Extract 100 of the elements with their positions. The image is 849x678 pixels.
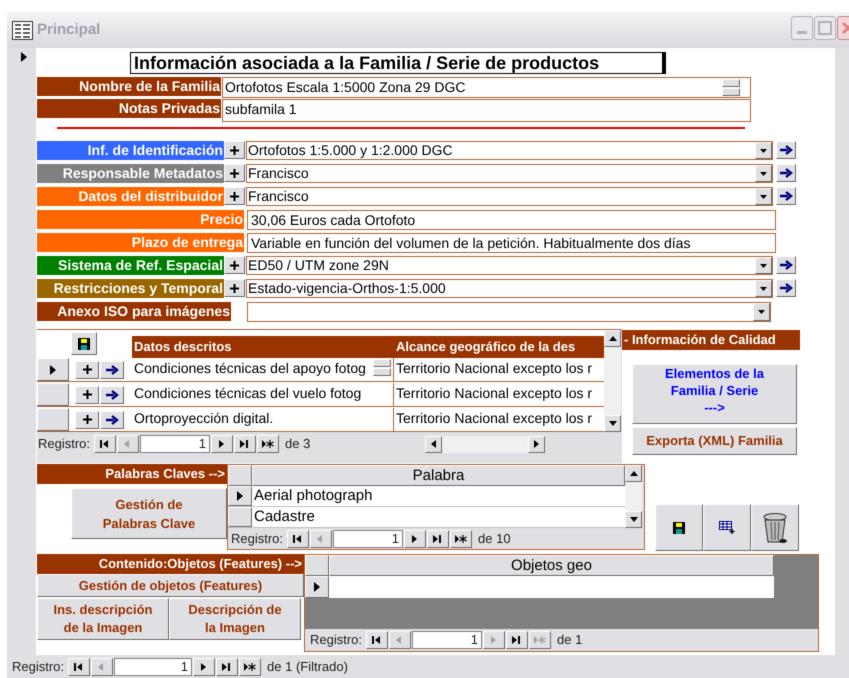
horizontal-scroll-bar[interactable] [425,436,546,452]
image-description-button[interactable]: Descripción de la Imagen [169,598,301,640]
table-cell[interactable]: Cadastre [252,507,625,527]
new-record-button[interactable] [257,435,280,453]
field-label: Responsable Metadatos [37,164,224,183]
dropdown-button[interactable] [755,165,772,182]
column-header[interactable]: Objetos geo [329,555,774,576]
table-cell[interactable]: Territorio Nacional excepto los r [394,358,604,381]
go-button[interactable] [776,141,796,159]
last-record-button[interactable] [216,658,238,676]
next-record-button[interactable] [211,435,234,453]
go-button[interactable] [100,386,124,404]
column-header[interactable]: Palabra [252,465,625,486]
new-record-button[interactable] [703,504,751,551]
add-button[interactable] [75,386,99,404]
field-label: Plazo de entrega [37,233,244,252]
table-cell[interactable]: Aerial photograph [252,486,625,506]
select-all-corner[interactable] [305,555,329,576]
go-button[interactable] [100,360,124,378]
scroll-up-icon [608,336,616,341]
plus-icon [82,390,92,399]
plus-icon [82,365,92,374]
text-field[interactable]: 30,06 Euros cada Ortofoto [247,210,776,230]
first-record-button[interactable] [94,435,116,453]
dropdown-button[interactable] [755,280,772,297]
column-header[interactable]: Datos descritos [132,336,394,358]
scroll-arrows[interactable] [722,79,740,97]
field-label: Inf. de Identificación [37,141,224,160]
go-button[interactable] [776,279,796,297]
go-button[interactable] [776,187,796,205]
table-cell[interactable]: Territorio Nacional excepto los r [394,408,604,431]
next-record-button[interactable] [404,530,426,548]
scroll-bar[interactable] [604,330,621,432]
row-selector[interactable] [37,358,69,381]
combo-box[interactable]: Francisco [246,164,773,183]
manage-features-button[interactable]: Gestión de objetos (Features) [37,574,304,597]
first-record-button[interactable] [68,658,90,676]
record-label: Registro: [231,530,284,548]
add-button[interactable] [224,187,245,205]
add-button[interactable] [224,256,245,274]
plus-icon [230,168,239,178]
combo-box[interactable]: Francisco [246,187,773,206]
record-label: Registro: [12,658,64,676]
text-field[interactable]: subfamila 1 [222,99,751,122]
maximize-icon [818,21,832,35]
combo-box[interactable]: Estado-vigencia-Orthos-1:5.000 [246,279,773,298]
scroll-bar[interactable] [625,465,642,528]
add-button[interactable] [224,164,245,182]
text-field[interactable]: Variable en función del volumen de la petición. Habitualmente dos días [247,233,776,253]
go-button[interactable] [776,256,796,274]
table-cell[interactable]: Territorio Nacional excepto los r [394,383,604,406]
dropdown-button[interactable] [755,257,772,274]
record-number-field[interactable]: 1 [333,530,404,548]
record-number-field[interactable]: 1 [114,658,192,676]
arrow-right-icon [780,191,792,201]
caret-icon [760,194,767,198]
select-all-corner[interactable] [228,465,252,486]
record-number-field[interactable]: 1 [140,435,210,453]
text-field[interactable]: Ortofotos Escala 1:5000 Zona 29 DGC [222,77,751,98]
combo-box[interactable] [247,302,771,322]
arrow-right-icon [106,414,118,424]
plus-icon [82,415,92,424]
table-cell[interactable]: Condiciones técnicas del apoyo fotog [132,358,394,381]
combo-box[interactable]: ED50 / UTM zone 29N [246,256,773,275]
field-label: Nombre de la Familia [37,77,221,96]
scroll-up-icon [630,471,638,476]
elements-button[interactable]: Elementos de la Familia / Serie ---> [632,364,797,424]
arrow-right-icon [780,260,792,270]
last-record-button[interactable] [234,435,256,453]
table-cell[interactable]: Ortoproyección digital. [132,408,394,431]
column-header[interactable]: Alcance geográfico de la des [394,336,604,358]
row-selector[interactable] [305,576,329,598]
image-description-button[interactable]: Ins. descripción de la Imagen [37,598,169,640]
dropdown-button[interactable] [755,142,772,159]
dropdown-button[interactable] [753,303,770,321]
first-record-button[interactable] [366,631,388,649]
go-button[interactable] [100,410,124,428]
save-button[interactable] [655,504,703,551]
manage-keywords-button[interactable]: Gestión de Palabras Clave [71,488,227,539]
export-button[interactable]: Exporta (XML) Familia [632,427,797,455]
delete-button[interactable] [751,504,799,551]
combo-box[interactable]: Ortofotos 1:5.000 y 1:2.000 DGC [246,141,773,160]
add-button[interactable] [75,410,99,428]
plus-icon [230,284,239,292]
table-cell[interactable]: Condiciones técnicas del vuelo fotog [132,383,394,406]
record-number-field[interactable]: 1 [412,631,482,649]
record-count: de 10 [478,530,511,548]
dropdown-button[interactable] [755,188,772,205]
first-record-button[interactable] [287,530,310,548]
new-record-button[interactable] [450,530,472,548]
add-button[interactable] [75,360,99,378]
last-record-button[interactable] [427,530,450,548]
new-record-button[interactable] [239,658,262,676]
scroll-down-icon [608,421,616,426]
row-selector[interactable] [228,486,252,506]
go-button[interactable] [776,164,796,182]
add-button[interactable] [224,279,245,297]
add-button[interactable] [224,141,245,159]
save-button[interactable] [71,332,97,355]
next-record-button[interactable] [193,658,216,676]
